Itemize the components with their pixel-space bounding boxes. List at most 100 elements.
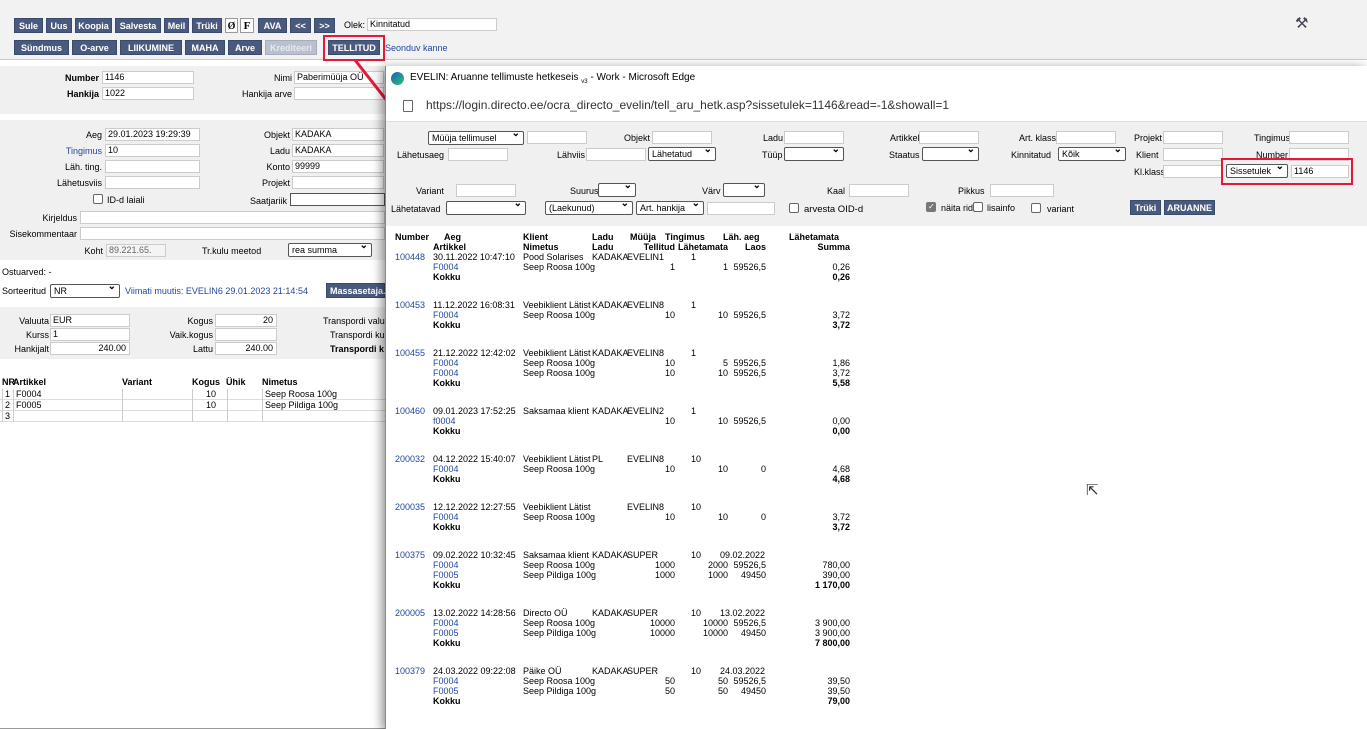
copy-button[interactable]: Koopia xyxy=(75,18,112,33)
article-filter-field[interactable] xyxy=(919,131,979,144)
client-filter-field[interactable] xyxy=(1163,148,1223,161)
table-row[interactable]: 1 F0004 10 Seep Roosa 100g xyxy=(0,389,385,400)
print-button[interactable]: Trüki xyxy=(192,18,222,33)
order-number-link[interactable]: 200035 xyxy=(395,502,425,512)
transport-cost-method-select[interactable]: rea summa xyxy=(288,243,372,257)
show-rows-checkbox[interactable] xyxy=(926,202,936,212)
status-select[interactable] xyxy=(922,147,979,161)
next-button[interactable]: >> xyxy=(314,18,335,33)
to-warehouse-field[interactable]: 240.00 xyxy=(215,342,277,355)
color-select[interactable] xyxy=(723,183,765,197)
seller-orders-select[interactable]: Müüja tellimusel xyxy=(428,131,524,145)
mass-setter-button[interactable]: Massasetaja... xyxy=(326,283,391,298)
line-article-link[interactable]: F0005 xyxy=(433,570,459,580)
row-unit[interactable] xyxy=(227,411,261,422)
sorted-select[interactable]: NR xyxy=(50,284,120,298)
line-article-link[interactable]: F0004 xyxy=(433,310,459,320)
row-nr[interactable]: 3 xyxy=(2,411,13,422)
row-unit[interactable] xyxy=(227,389,261,400)
attachment-icon[interactable]: Ø xyxy=(225,18,238,33)
line-article-link[interactable]: f0004 xyxy=(433,416,456,426)
save-button[interactable]: Salvesta xyxy=(115,18,161,33)
project-filter-field[interactable] xyxy=(1163,131,1223,144)
time-field[interactable]: 29.01.2023 19:29:39 xyxy=(105,128,200,141)
delivery-terms-field[interactable] xyxy=(105,160,200,173)
row-article[interactable]: F0005 xyxy=(13,400,121,411)
print-report-button[interactable]: Trüki xyxy=(1130,200,1161,215)
order-number-link[interactable]: 100375 xyxy=(395,550,425,560)
location-field[interactable]: 89.221.65. xyxy=(106,244,166,257)
row-quantity[interactable] xyxy=(192,411,226,422)
row-variant[interactable] xyxy=(122,400,191,411)
line-article-link[interactable]: F0004 xyxy=(433,560,459,570)
object-filter-field[interactable] xyxy=(652,131,712,144)
row-quantity[interactable]: 10 xyxy=(192,389,226,400)
order-number-link[interactable]: 200032 xyxy=(395,454,425,464)
row-name[interactable] xyxy=(262,411,385,422)
line-article-link[interactable]: F0004 xyxy=(433,618,459,628)
last-modified-link[interactable]: Viimati muutis: EVELIN6 29.01.2023 21:14… xyxy=(125,286,308,296)
row-article[interactable] xyxy=(13,411,121,422)
shipped-select[interactable]: Lähetatud xyxy=(648,147,716,161)
mail-button[interactable]: Meil xyxy=(164,18,189,33)
table-row[interactable]: 2 F0005 10 Seep Pildiga 100g xyxy=(0,400,385,411)
new-button[interactable]: Uus xyxy=(46,18,72,33)
line-article-link[interactable]: F0004 xyxy=(433,464,459,474)
row-unit[interactable] xyxy=(227,400,261,411)
article-supplier-select[interactable]: Art. hankija xyxy=(636,201,704,215)
confirmed-select[interactable]: Kõik xyxy=(1058,147,1126,161)
row-nr[interactable]: 1 xyxy=(2,389,13,400)
row-article[interactable]: F0004 xyxy=(13,389,121,400)
terms-link[interactable]: Tingimus xyxy=(66,146,102,156)
row-variant[interactable] xyxy=(122,411,191,422)
order-number-link[interactable]: 100379 xyxy=(395,666,425,676)
weight-filter-field[interactable] xyxy=(849,184,909,197)
movement-button[interactable]: LIIKUMINE xyxy=(120,40,182,55)
client-class-field[interactable] xyxy=(1163,165,1223,178)
invoice-button[interactable]: Arve xyxy=(228,40,262,55)
number-field[interactable]: 1146 xyxy=(102,71,194,84)
quantity-field[interactable]: 20 xyxy=(215,314,277,327)
supplier-field[interactable]: 1022 xyxy=(102,87,194,100)
write-off-button[interactable]: MAHA xyxy=(185,40,225,55)
terms-filter-field[interactable] xyxy=(1289,131,1349,144)
order-number-link[interactable]: 200005 xyxy=(395,608,425,618)
line-article-link[interactable]: F0005 xyxy=(433,628,459,638)
article-supplier-field[interactable] xyxy=(707,202,775,215)
address-bar[interactable]: https://login.directo.ee/ocra_directo_ev… xyxy=(386,90,1367,122)
order-number-link[interactable]: 100448 xyxy=(395,252,425,262)
row-variant[interactable] xyxy=(122,389,191,400)
terms-field[interactable]: 10 xyxy=(105,144,200,157)
row-name[interactable]: Seep Pildiga 100g xyxy=(262,400,385,411)
open-button[interactable]: AVA xyxy=(258,18,287,33)
rate-field[interactable]: 1 xyxy=(50,328,130,341)
type-select[interactable] xyxy=(784,147,844,161)
row-nr[interactable]: 2 xyxy=(2,400,13,411)
close-button[interactable]: Sule xyxy=(14,18,43,33)
report-button[interactable]: ARUANNE xyxy=(1164,200,1215,215)
related-entry-link[interactable]: Seonduv kanne xyxy=(385,43,448,53)
purchase-invoice-button[interactable]: O-arve xyxy=(72,40,117,55)
row-quantity[interactable]: 10 xyxy=(192,400,226,411)
line-article-link[interactable]: F0004 xyxy=(433,358,459,368)
length-filter-field[interactable] xyxy=(990,184,1054,197)
from-supplier-field[interactable]: 240.00 xyxy=(50,342,130,355)
row-name[interactable]: Seep Roosa 100g xyxy=(262,389,385,400)
count-oid-checkbox[interactable] xyxy=(789,203,799,213)
ship-method-field[interactable] xyxy=(586,148,646,161)
order-number-link[interactable]: 100453 xyxy=(395,300,425,310)
line-article-link[interactable]: F0004 xyxy=(433,368,459,378)
to-ship-select[interactable] xyxy=(446,201,526,215)
hammer-icon[interactable]: ⚒ xyxy=(1295,14,1308,32)
event-button[interactable]: Sündmus xyxy=(14,40,69,55)
received-select[interactable]: (Laekunud) xyxy=(545,201,633,215)
shipping-date-field[interactable] xyxy=(448,148,508,161)
variant-filter-field[interactable] xyxy=(456,184,516,197)
warehouse-filter-field[interactable] xyxy=(784,131,844,144)
line-article-link[interactable]: F0004 xyxy=(433,512,459,522)
order-number-link[interactable]: 100455 xyxy=(395,348,425,358)
order-number-link[interactable]: 100460 xyxy=(395,406,425,416)
shipping-method-field[interactable] xyxy=(105,176,200,189)
prev-button[interactable]: << xyxy=(290,18,311,33)
article-class-filter-field[interactable] xyxy=(1056,131,1116,144)
